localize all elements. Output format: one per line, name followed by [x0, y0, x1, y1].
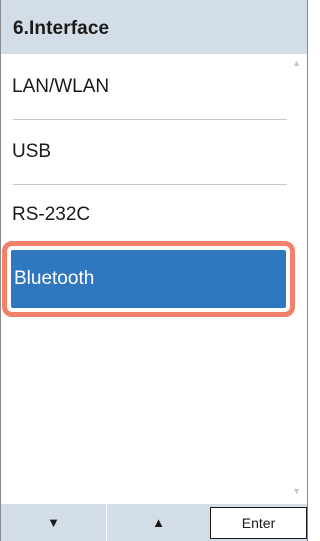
- menu-item-rs232c[interactable]: RS-232C: [1, 182, 287, 248]
- enter-button[interactable]: Enter: [210, 507, 307, 539]
- menu-item-usb[interactable]: USB: [1, 119, 287, 185]
- menu-list: LAN/WLAN USB RS-232C Bluetooth: [1, 54, 307, 504]
- enter-button-label: Enter: [241, 515, 276, 531]
- move-down-button[interactable]: ▼: [1, 504, 106, 541]
- scroll-up-icon: ▲: [292, 58, 301, 68]
- move-up-button[interactable]: ▲: [106, 504, 210, 541]
- triangle-up-icon: ▲: [152, 515, 165, 530]
- footer-softkeys: ▼ ▲ Enter: [1, 504, 307, 541]
- menu-item-bluetooth[interactable]: Bluetooth: [2, 241, 295, 317]
- menu-item-label: Bluetooth: [14, 268, 95, 289]
- interface-menu-screen: 6.Interface LAN/WLAN USB RS-232C Bluetoo…: [0, 0, 308, 541]
- header-bar: 6.Interface: [1, 0, 307, 54]
- menu-item-label: RS-232C: [12, 204, 91, 225]
- triangle-down-icon: ▼: [47, 515, 60, 530]
- menu-item-label: USB: [12, 141, 52, 162]
- scroll-down-icon: ▼: [292, 486, 301, 496]
- menu-item-lan-wlan[interactable]: LAN/WLAN: [1, 54, 287, 120]
- menu-item-label: LAN/WLAN: [12, 76, 110, 97]
- page-title: 6.Interface: [13, 18, 110, 39]
